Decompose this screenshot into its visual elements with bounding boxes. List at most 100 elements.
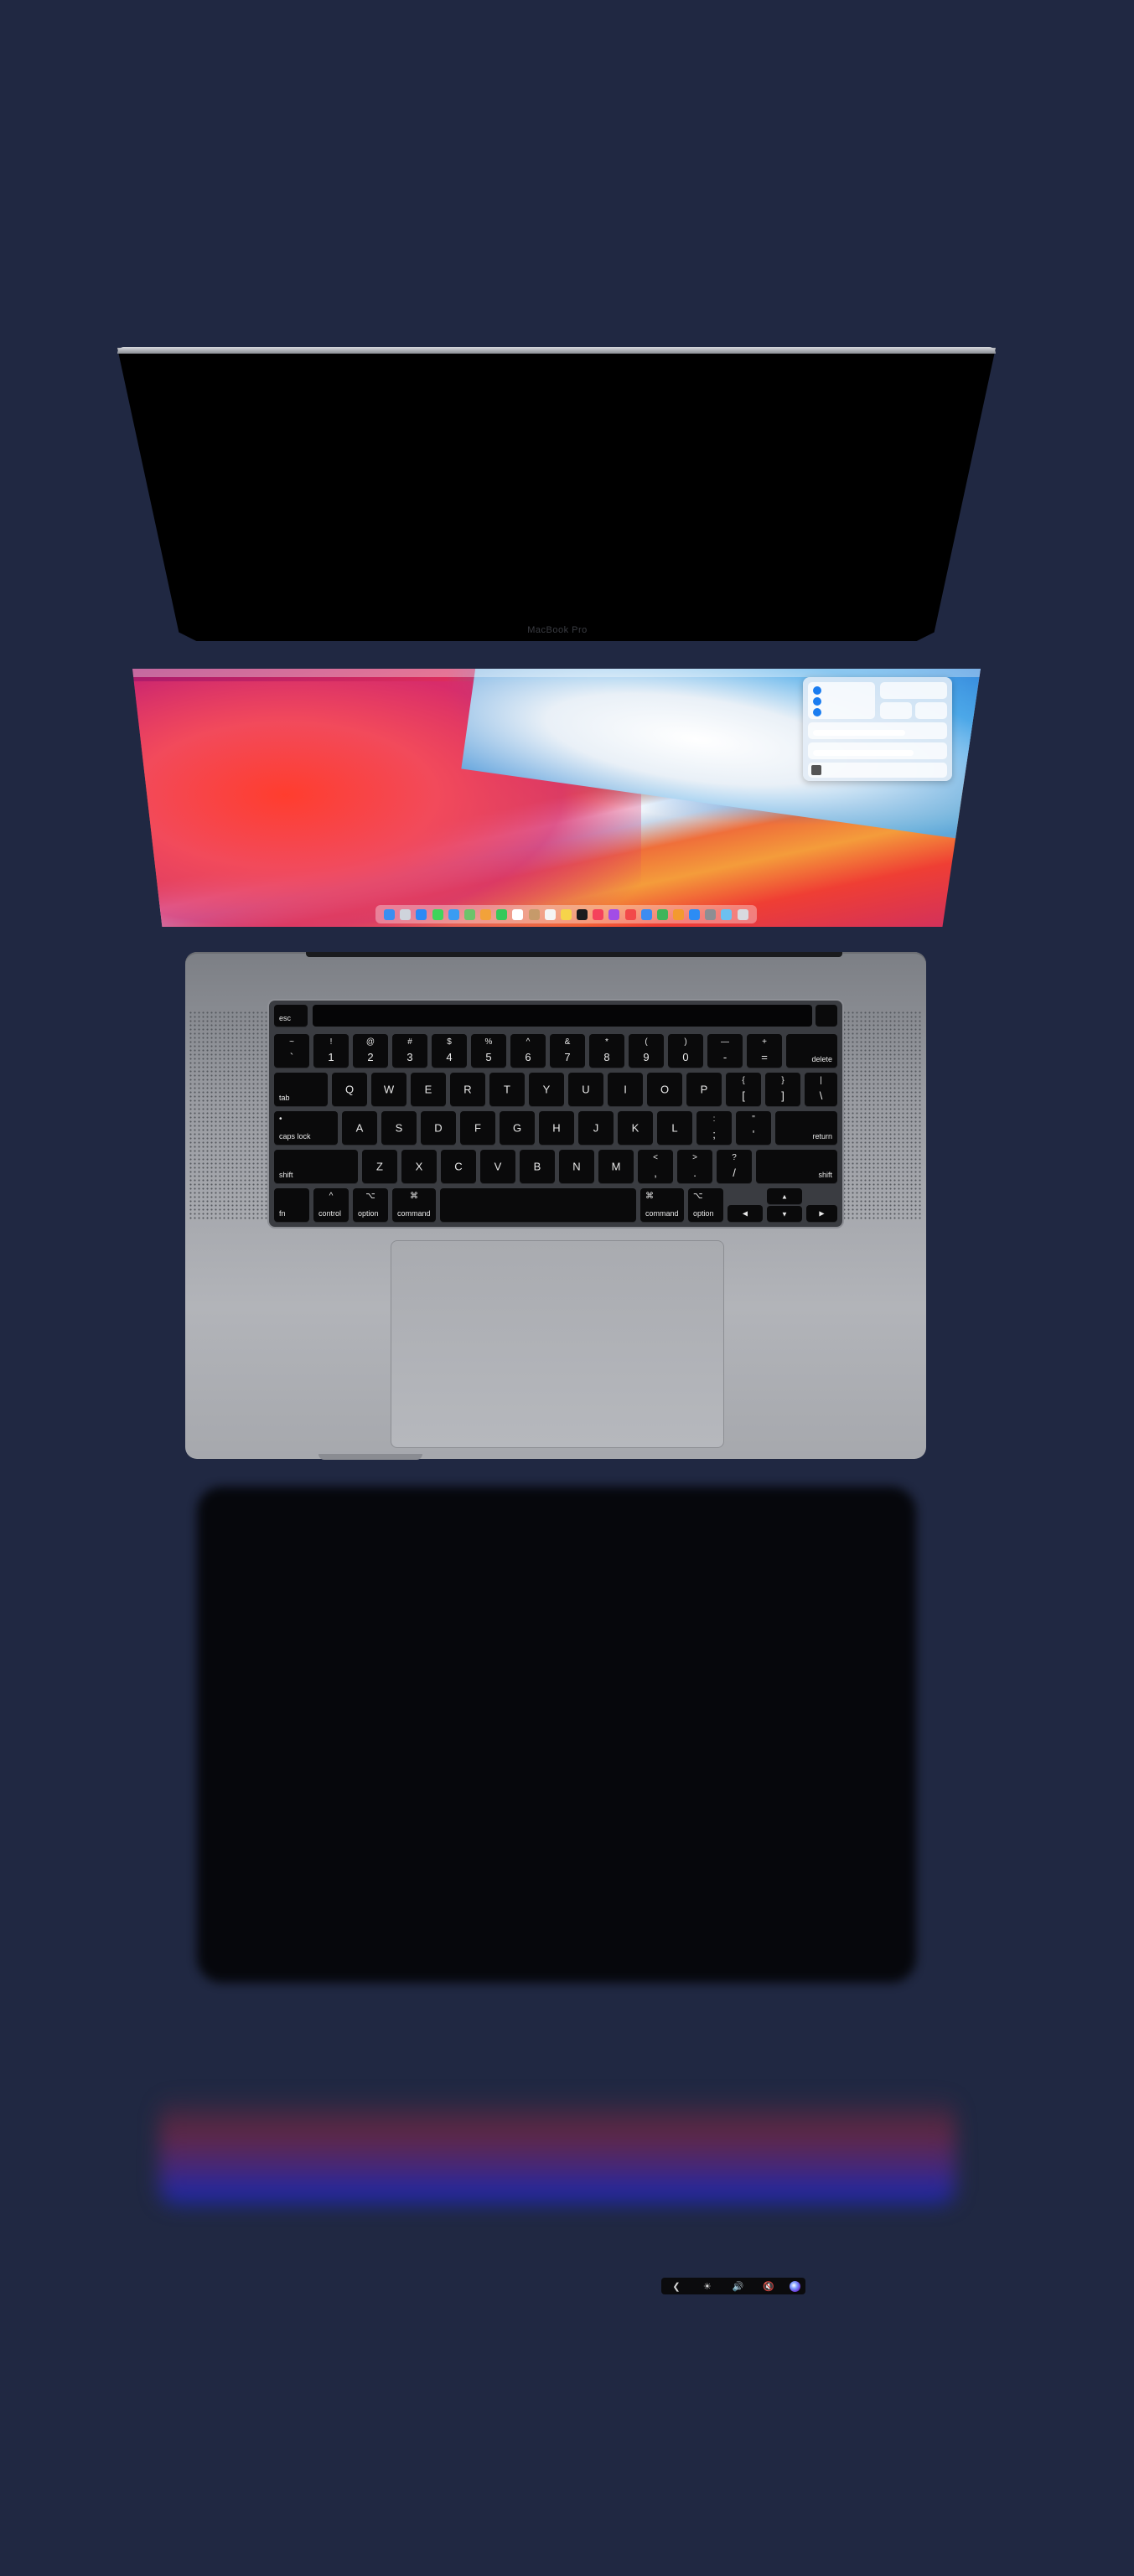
key-punct-1[interactable]: }] [765,1073,800,1106]
trackpad[interactable] [391,1240,724,1448]
touch-id-sensor[interactable] [816,1005,837,1027]
key-m[interactable]: M [598,1150,634,1183]
key-g[interactable]: G [500,1111,535,1145]
key-d[interactable]: D [421,1111,456,1145]
calendar-icon[interactable] [512,908,524,920]
return-key[interactable]: return [775,1111,837,1145]
reminders-icon[interactable] [544,908,556,920]
key-c[interactable]: C [441,1150,476,1183]
airdrop-icon[interactable] [813,708,821,716]
key--[interactable]: — - [707,1034,743,1068]
space-bar[interactable] [440,1188,636,1222]
messages-icon[interactable] [432,908,443,920]
option-left-key[interactable]: ⌥ option [353,1188,388,1222]
key-a[interactable]: A [342,1111,377,1145]
arrow-left-key[interactable]: ◀ [728,1205,763,1222]
sound-slider[interactable] [813,750,914,756]
key-e[interactable]: E [411,1073,446,1106]
touch-bar[interactable] [313,1005,812,1027]
display-slider[interactable] [813,730,905,736]
launchpad-icon[interactable] [400,908,412,920]
mute-icon[interactable]: 🔇 [759,2281,779,2292]
collapse-icon[interactable]: ❮ [666,2281,686,2292]
connectivity-tile[interactable] [808,682,875,719]
keynote-icon[interactable] [640,908,652,920]
key-z[interactable]: Z [362,1150,397,1183]
shift-left-key[interactable]: shift [274,1150,358,1183]
key-`[interactable]: ~ ` [274,1034,309,1068]
menu-bar[interactable] [132,669,981,677]
siri-icon[interactable] [790,2280,800,2292]
key-4[interactable]: $4 [432,1034,467,1068]
key-n[interactable]: N [559,1150,594,1183]
arrow-right-key[interactable]: ▶ [806,1205,837,1222]
news-icon[interactable] [624,908,636,920]
key-3[interactable]: #3 [392,1034,427,1068]
trash-icon[interactable] [737,908,748,920]
option-right-key[interactable]: ⌥ option [688,1188,723,1222]
music-icon[interactable] [593,908,604,920]
key-8[interactable]: * 8 [589,1034,624,1068]
key-1[interactable]: ! 1 [313,1034,349,1068]
key-y[interactable]: Y [529,1073,564,1106]
app-store-icon[interactable] [689,908,701,920]
key-7[interactable]: & 7 [550,1034,585,1068]
key-b[interactable]: B [520,1150,555,1183]
key-punct-r4-1[interactable]: >. [677,1150,712,1183]
key-9[interactable]: (9 [629,1034,664,1068]
key-s[interactable]: S [381,1111,417,1145]
delete-key[interactable]: delete [786,1034,837,1068]
sound-tile[interactable] [808,742,947,759]
pages-icon[interactable] [672,908,684,920]
now-playing-tile[interactable] [808,763,947,778]
touch-bar-control-strip[interactable]: ❮ ☀ 🔊 🔇 [661,2278,805,2294]
numbers-icon[interactable] [656,908,668,920]
esc-key[interactable]: esc [274,1005,308,1027]
key-t[interactable]: T [489,1073,525,1106]
command-right-key[interactable]: ⌘ command [640,1188,684,1222]
key-punct-r4-0[interactable]: <, [638,1150,673,1183]
key-r[interactable]: R [450,1073,485,1106]
key-x[interactable]: X [401,1150,437,1183]
key-p[interactable]: P [686,1073,722,1106]
screen-mirroring-tile[interactable] [915,702,947,719]
key-6[interactable]: ^ 6 [510,1034,546,1068]
notes-icon[interactable] [560,908,572,920]
keyboard-brightness-tile[interactable] [880,702,912,719]
arrow-up-key[interactable]: ▲ [767,1188,802,1204]
system-preferences-icon[interactable] [705,908,717,920]
maps-icon[interactable] [463,908,475,920]
key-w[interactable]: W [371,1073,406,1106]
arrow-down-key[interactable]: ▼ [767,1206,802,1222]
bluetooth-icon[interactable] [813,697,821,706]
podcasts-icon[interactable] [608,908,620,920]
fn-key[interactable]: fn [274,1188,309,1222]
key-punct-0[interactable]: {[ [726,1073,761,1106]
key-0[interactable]: ) 0 [668,1034,703,1068]
control-center-panel[interactable] [803,677,952,781]
key-punct-r3-0[interactable]: :; [696,1111,732,1145]
folder-icon[interactable] [721,908,733,920]
facetime-icon[interactable] [496,908,508,920]
key-o[interactable]: O [647,1073,682,1106]
safari-icon[interactable] [416,908,427,920]
shift-right-key[interactable]: shift [756,1150,837,1183]
key-k[interactable]: K [618,1111,653,1145]
brightness-icon[interactable]: ☀ [697,2281,717,2292]
key-punct-r4-2[interactable]: ? / [717,1150,752,1183]
key-u[interactable]: U [568,1073,603,1106]
caps-lock-key[interactable]: • caps lock [274,1111,338,1145]
tv-icon[interactable] [577,908,588,920]
key-punct-2[interactable]: | \ [805,1073,837,1106]
finder-icon[interactable] [384,908,396,920]
do-not-disturb-tile[interactable] [880,682,947,699]
key-i[interactable]: I [608,1073,643,1106]
control-key[interactable]: ^ control [313,1188,349,1222]
key-j[interactable]: J [578,1111,614,1145]
key-l[interactable]: L [657,1111,692,1145]
key-v[interactable]: V [480,1150,515,1183]
mail-icon[interactable] [448,908,459,920]
display-tile[interactable] [808,722,947,739]
key-punct-r3-1[interactable]: " ' [736,1111,771,1145]
photos-icon[interactable] [480,908,492,920]
